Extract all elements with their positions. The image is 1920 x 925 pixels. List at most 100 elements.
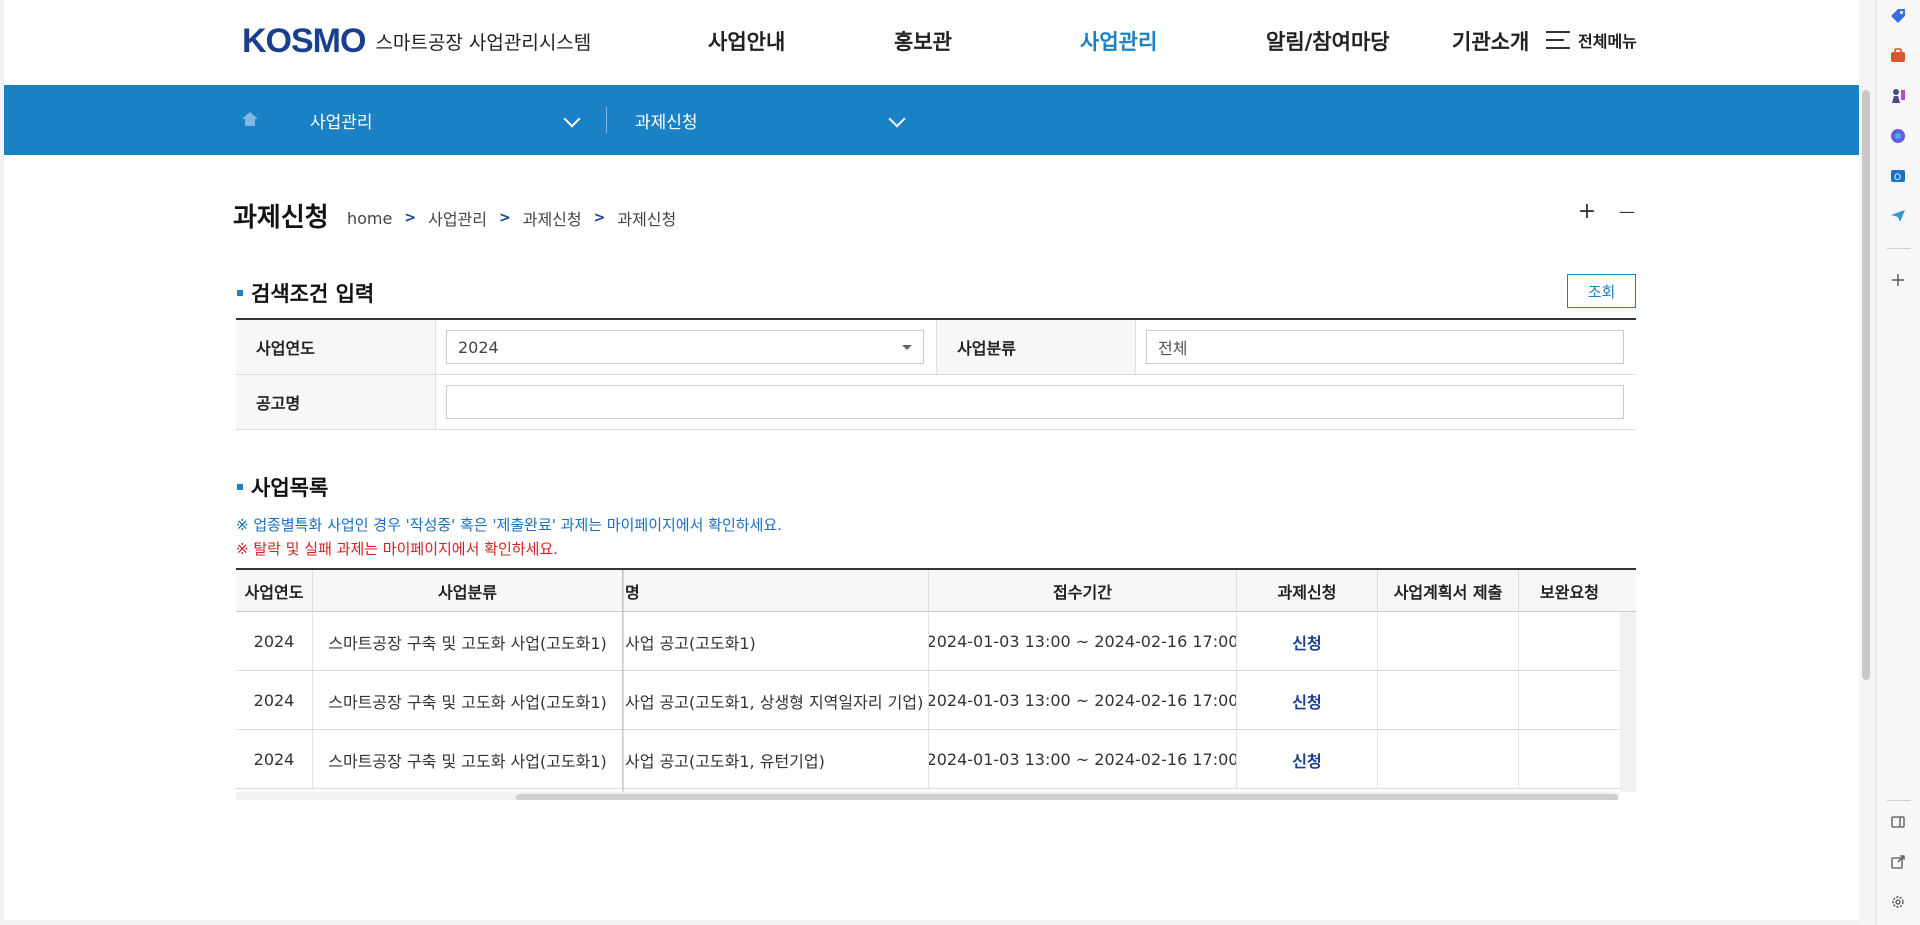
search-section-heading: 검색조건 입력 [237,278,374,308]
breadcrumb: home > 사업관리 > 과제신청 > 과제신청 [347,206,676,230]
form-row: 공고명 [236,375,1636,430]
cell-name[interactable]: 사업 공고(고도화1) [622,612,928,671]
business-list-table: 사업연도 사업분류 명 접수기간 과제신청 사업계획서 제출 보완요청 2024… [236,568,1636,800]
home-icon[interactable] [240,109,260,129]
external-link-icon[interactable] [1888,852,1908,872]
zoom-out-button[interactable]: — [1615,200,1639,224]
menu-business-info[interactable]: 사업안내 [708,26,785,56]
location-level1-label: 사업관리 [310,112,373,133]
notice-red: ※ 탈락 및 실패 과제는 마이페이지에서 확인하세요. [236,540,558,558]
table-row: 2024 스마트공장 구축 및 고도화 사업(고도화1) 사업 공고(고도화1)… [236,612,1620,671]
browser-frame: KOSMO 스마트공장 사업관리시스템 사업안내 홍보관 사업관리 알림/참여마… [0,0,1920,925]
column-header-category: 사업분류 [312,570,622,612]
year-label: 사업연도 [236,320,436,374]
scrollbar-thumb[interactable] [516,794,1618,800]
caret-down-icon [902,345,912,350]
cell-supplement [1518,671,1620,730]
location-bar: 사업관리 과제신청 [4,85,1860,155]
svg-text:O: O [1894,173,1901,183]
breadcrumb-current: 과제신청 [617,210,677,229]
breadcrumb-home[interactable]: home [347,209,392,228]
column-header-name: 명 [622,570,928,612]
sidebar-divider [1887,248,1911,249]
notice-name-cell [436,375,1634,429]
cell-category: 스마트공장 구축 및 고도화 사업(고도화1) [312,612,622,671]
fixed-column-divider [622,570,624,800]
table-row: 2024 스마트공장 구축 및 고도화 사업(고도화1) 사업 공고(고도화1,… [236,730,1620,789]
table-header: 사업연도 사업분류 명 접수기간 과제신청 사업계획서 제출 보완요청 [236,570,1636,612]
page-scrollbar-thumb[interactable] [1862,90,1870,680]
category-field[interactable]: 전체 [1146,330,1624,364]
logo-text: 스마트공장 사업관리시스템 [375,32,592,54]
copilot-icon[interactable] [1888,126,1908,146]
column-header-year: 사업연도 [244,583,304,602]
year-cell: 2024 [436,320,936,374]
top-navigation: KOSMO 스마트공장 사업관리시스템 사업안내 홍보관 사업관리 알림/참여마… [4,0,1860,85]
briefcase-icon[interactable] [1888,46,1908,66]
notice-name-label: 공고명 [236,375,436,429]
cell-year: 2024 [253,750,295,769]
cell-period: 2024-01-03 13:00 ~ 2024-02-16 17:00 [928,671,1236,730]
apply-link[interactable]: 신청 [1236,671,1377,730]
search-heading-text: 검색조건 입력 [251,282,375,306]
cell-category: 스마트공장 구축 및 고도화 사업(고도화1) [312,730,622,789]
all-menu-label: 전체메뉴 [1578,32,1637,51]
table-horizontal-scrollbar[interactable] [236,792,1620,800]
chevron-right-icon: > [498,210,511,226]
year-select[interactable]: 2024 [446,330,924,364]
send-icon[interactable] [1888,206,1908,226]
search-button[interactable]: 조회 [1567,274,1636,308]
cell-year: 2024 [253,632,295,651]
browser-sidebar: O [1876,0,1920,925]
menu-notice-participation[interactable]: 알림/참여마당 [1266,26,1390,56]
page-scrollbar[interactable] [1859,0,1873,925]
column-header-supplement: 보완요청 [1518,570,1620,612]
add-icon[interactable] [1888,270,1908,290]
page: KOSMO 스마트공장 사업관리시스템 사업안내 홍보관 사업관리 알림/참여마… [4,0,1860,920]
hamburger-icon [1546,31,1570,49]
menu-promotion[interactable]: 홍보관 [894,26,952,56]
settings-icon[interactable] [1888,892,1908,912]
cell-plan [1377,730,1518,789]
bullet-icon [237,290,243,296]
logo[interactable]: KOSMO 스마트공장 사업관리시스템 [242,22,591,61]
cell-year: 2024 [253,691,295,710]
cell-supplement [1518,730,1620,789]
all-menu-button[interactable]: 전체메뉴 [1546,28,1637,52]
form-row: 사업연도 2024 사업분류 전체 [236,320,1636,375]
table-row: 2024 스마트공장 구축 및 고도화 사업(고도화1) 사업 공고(고도화1,… [236,671,1620,730]
menu-business-management[interactable]: 사업관리 [1080,26,1157,56]
cell-plan [1377,671,1518,730]
menu-about[interactable]: 기관소개 [1452,26,1529,56]
tag-icon[interactable] [1888,6,1908,26]
breadcrumb-item[interactable]: 과제신청 [523,206,582,230]
location-divider [606,107,607,133]
table-vertical-scrollbar[interactable] [1620,612,1636,792]
apply-link[interactable]: 신청 [1236,612,1377,671]
chess-icon[interactable] [1888,86,1908,106]
cell-category: 스마트공장 구축 및 고도화 사업(고도화1) [312,671,622,730]
sidebar-divider [1887,800,1911,801]
chevron-down-icon [563,110,581,128]
apply-link[interactable]: 신청 [1236,730,1377,789]
category-cell: 전체 [1136,320,1634,374]
location-level1-select[interactable]: 사업관리 [310,85,584,155]
zoom-in-button[interactable]: + [1575,200,1599,224]
cell-plan [1377,612,1518,671]
notice-name-input[interactable] [446,385,1624,419]
list-heading-text: 사업목록 [251,476,329,500]
location-level2-label: 과제신청 [635,112,698,133]
outlook-icon[interactable]: O [1888,166,1908,186]
chevron-down-icon [888,110,906,128]
notice-blue: ※ 업종별특화 사업인 경우 '작성중' 혹은 '제출완료' 과제는 마이페이지… [236,516,782,534]
cell-period: 2024-01-03 13:00 ~ 2024-02-16 17:00 [928,730,1236,789]
cell-period: 2024-01-03 13:00 ~ 2024-02-16 17:00 [928,612,1236,671]
split-view-icon[interactable] [1888,812,1908,832]
search-form: 사업연도 2024 사업분류 전체 공고명 [236,318,1636,430]
location-level2-select[interactable]: 과제신청 [635,85,909,155]
breadcrumb-item[interactable]: 사업관리 [428,206,487,230]
list-section-heading: 사업목록 [237,472,328,502]
year-select-value: 2024 [458,337,499,357]
cell-name[interactable]: 사업 공고(고도화1, 상생형 지역일자리 기업) [622,671,928,730]
cell-name[interactable]: 사업 공고(고도화1, 유턴기업) [622,730,928,789]
